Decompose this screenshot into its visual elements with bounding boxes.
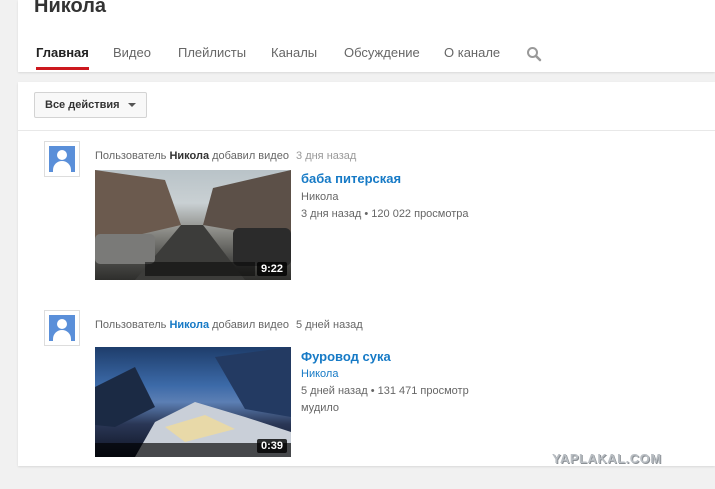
video-duration: 9:22 [256, 262, 287, 276]
video-title-link[interactable]: Фуровод сука [301, 349, 391, 364]
tab-about[interactable]: О канале [444, 44, 500, 70]
activity-time: 3 дня назад [296, 150, 357, 162]
activity-prefix: Пользователь [95, 150, 167, 162]
tab-home[interactable]: Главная [36, 44, 89, 70]
user-icon [49, 315, 75, 341]
activity-description: Пользователь Никола добавил видео 5 дней… [95, 319, 363, 331]
channel-title: Никола [34, 0, 107, 17]
caret-down-icon [127, 103, 136, 107]
video-channel[interactable]: Никола [301, 368, 338, 380]
activity-action: добавил видео [212, 319, 289, 331]
watermark: YAPLAKAL.COM [552, 451, 662, 466]
search-icon[interactable] [526, 46, 542, 62]
video-title-link[interactable]: баба питерская [301, 171, 401, 186]
video-thumbnail[interactable]: 0:39 [95, 347, 291, 457]
channel-header: Никола Главная Видео Плейлисты Каналы Об… [18, 0, 715, 72]
user-icon [49, 146, 75, 172]
video-duration: 0:39 [256, 439, 287, 453]
tab-discussion[interactable]: Обсуждение [344, 44, 420, 70]
tab-videos[interactable]: Видео [113, 44, 151, 70]
activity-prefix: Пользователь [95, 319, 167, 331]
activity-description: Пользователь Никола добавил видео 3 дня … [95, 150, 356, 162]
video-views: 3 дня назад • 120 022 просмотра [301, 208, 469, 220]
video-views: 5 дней назад • 131 471 просмотр [301, 385, 469, 397]
filter-label: Все действия [45, 99, 120, 111]
video-channel[interactable]: Никола [301, 191, 338, 203]
activity-action: добавил видео [212, 150, 289, 162]
video-description: мудило [301, 402, 340, 414]
activity-author[interactable]: Никола [169, 150, 209, 162]
filter-bar: Все действия [18, 82, 715, 131]
all-activity-dropdown[interactable]: Все действия [34, 92, 147, 118]
activity-author[interactable]: Никола [169, 319, 209, 331]
avatar[interactable] [44, 141, 80, 177]
tab-channels[interactable]: Каналы [271, 44, 317, 70]
avatar[interactable] [44, 310, 80, 346]
tab-playlists[interactable]: Плейлисты [178, 44, 246, 70]
activity-feed: Все действия Пользователь Никола добавил… [18, 82, 715, 466]
video-thumbnail[interactable]: 9:22 [95, 170, 291, 280]
activity-time: 5 дней назад [296, 319, 363, 331]
